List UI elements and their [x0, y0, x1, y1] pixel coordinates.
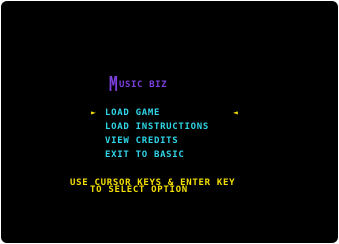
game-screen: M USIC BIZ ► LOAD GAME LOAD INSTRUCTIONS…	[1, 1, 338, 243]
help-text-line-2: TO SELECT OPTION	[90, 185, 188, 195]
menu-item-load-instructions[interactable]: LOAD INSTRUCTIONS	[105, 123, 209, 132]
title-rest-text: USIC BIZ	[119, 80, 168, 90]
menu-item-load-game[interactable]: LOAD GAME	[105, 109, 160, 118]
selector-arrow-right-icon: ►	[91, 108, 96, 117]
menu-item-view-credits[interactable]: VIEW CREDITS	[105, 137, 178, 146]
game-title: M USIC BIZ	[109, 72, 167, 96]
title-initial-letter: M	[109, 72, 118, 96]
menu-item-exit-to-basic[interactable]: EXIT TO BASIC	[105, 151, 185, 160]
selector-arrow-left-icon: ◄	[233, 108, 238, 117]
